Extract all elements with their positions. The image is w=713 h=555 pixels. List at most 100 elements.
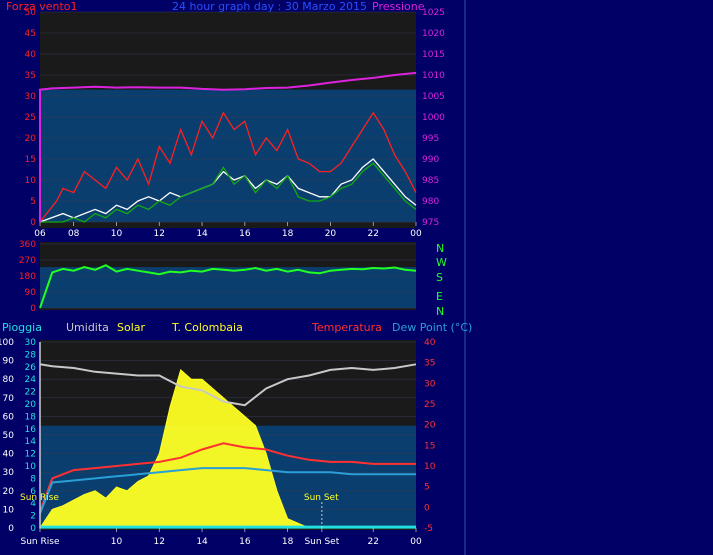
direction-area-fill	[40, 267, 416, 308]
sunset-label: Sun Set	[304, 493, 339, 503]
humidity-y-tick: 30	[3, 468, 15, 478]
solar-x-tick: Sun Rise	[21, 537, 60, 547]
temperature-y-tick: 0	[424, 503, 430, 513]
humidity-y-tick: 40	[3, 450, 15, 460]
wind-x-tick: 08	[68, 229, 80, 239]
wind-y-tick: 0	[30, 218, 36, 228]
temperature-y-tick: 15	[424, 441, 435, 451]
humidity-y-tick: 80	[3, 375, 15, 385]
humidity-y-tick: 70	[3, 394, 15, 404]
direction-y-tick: 270	[19, 256, 36, 266]
legend-dewpoint: Dew Point (°C)	[392, 321, 472, 334]
humidity-y-tick: 0	[8, 524, 14, 534]
wind-y-tick: 45	[25, 29, 36, 39]
pressure-y-tick: 1005	[422, 92, 445, 102]
pressure-y-tick: 985	[422, 176, 439, 186]
pressure-y-tick: 975	[422, 218, 439, 228]
compass-w: W	[436, 256, 447, 269]
compass-n-bottom: N	[436, 305, 444, 318]
rain-y-tick: 12	[25, 450, 36, 460]
solar-x-tick: 10	[111, 537, 123, 547]
pressure-y-tick: 995	[422, 134, 439, 144]
wind-y-tick: 30	[25, 92, 37, 102]
pressure-y-tick: 1020	[422, 29, 445, 39]
humidity-y-tick: 10	[3, 505, 15, 515]
rain-y-tick: 30	[25, 338, 37, 348]
rain-y-tick: 24	[25, 375, 37, 385]
humidity-y-tick: 50	[3, 431, 15, 441]
pressure-y-tick: 1000	[422, 113, 445, 123]
direction-y-tick: 360	[19, 240, 36, 250]
compass-s: S	[436, 271, 443, 284]
rain-y-tick: 2	[30, 512, 36, 522]
wind-x-tick: 12	[154, 229, 165, 239]
temperature-y-tick: 40	[424, 338, 436, 348]
pressure-y-tick: 990	[422, 155, 439, 165]
wind-x-tick: 00	[410, 229, 422, 239]
pressure-y-tick: 980	[422, 197, 439, 207]
legend-station: T. Colombaia	[171, 321, 243, 334]
rain-y-tick: 20	[25, 400, 37, 410]
wind-y-tick: 50	[25, 8, 37, 18]
sunrise-label: Sun Rise	[20, 493, 59, 503]
wind-x-tick: 14	[196, 229, 208, 239]
solar-x-tick: Sun Set	[304, 537, 339, 547]
wind-x-tick: 10	[111, 229, 123, 239]
temperature-y-tick: -5	[424, 524, 433, 534]
page-title: 24 hour graph day : 30 Marzo 2015	[172, 0, 367, 13]
legend-solar: Solar	[117, 321, 146, 334]
wind-y-tick: 20	[25, 134, 37, 144]
wind-x-tick: 20	[325, 229, 337, 239]
temperature-y-tick: 30	[424, 379, 436, 389]
humidity-y-tick: 100	[0, 338, 14, 348]
rain-y-tick: 22	[25, 388, 36, 398]
rain-y-tick: 14	[25, 437, 37, 447]
legend-rain: Pioggia	[2, 321, 42, 334]
weather-graph: Forza vento1 24 hour graph day : 30 Marz…	[0, 0, 472, 555]
humidity-y-tick: 90	[3, 357, 15, 367]
solar-x-tick: 14	[196, 537, 208, 547]
humidity-y-tick: 60	[3, 412, 15, 422]
wind-area-fill	[40, 89, 416, 222]
direction-y-tick: 0	[30, 304, 36, 314]
wind-x-tick: 18	[282, 229, 294, 239]
temperature-y-tick: 35	[424, 359, 435, 369]
solar-x-tick: 12	[154, 537, 165, 547]
rain-y-tick: 10	[25, 462, 37, 472]
compass-e: E	[436, 290, 443, 303]
rain-y-tick: 16	[25, 425, 37, 435]
pressure-axis-label: Pressione	[372, 0, 425, 13]
temperature-y-tick: 5	[424, 483, 430, 493]
compass-n-top: N	[436, 242, 444, 255]
humidity-y-tick: 20	[3, 487, 15, 497]
temperature-y-tick: 10	[424, 462, 436, 472]
pressure-y-tick: 1015	[422, 50, 445, 60]
direction-y-tick: 180	[19, 272, 36, 282]
wind-y-tick: 5	[30, 197, 36, 207]
legend-temperature: Temperatura	[311, 321, 382, 334]
direction-y-tick: 90	[25, 288, 37, 298]
rain-y-tick: 18	[25, 412, 37, 422]
temperature-y-tick: 20	[424, 421, 436, 431]
solar-x-tick: 18	[282, 537, 294, 547]
wind-x-tick: 22	[367, 229, 378, 239]
wind-x-tick: 16	[239, 229, 251, 239]
wind-x-tick: 06	[34, 229, 46, 239]
wind-y-tick: 35	[25, 71, 36, 81]
pressure-y-tick: 1010	[422, 71, 445, 81]
wind-y-tick: 15	[25, 155, 36, 165]
wind-axis-label: Forza vento1	[6, 0, 78, 13]
legend-humidity: Umidita	[66, 321, 109, 334]
wind-y-tick: 40	[25, 50, 37, 60]
rain-y-tick: 8	[30, 474, 36, 484]
solar-x-tick: 22	[367, 537, 378, 547]
rain-y-tick: 28	[25, 350, 37, 360]
wind-y-tick: 25	[25, 113, 36, 123]
temperature-y-tick: 25	[424, 400, 435, 410]
rain-y-tick: 0	[30, 524, 36, 534]
solar-x-tick: 00	[410, 537, 422, 547]
solar-x-tick: 16	[239, 537, 251, 547]
wind-y-tick: 10	[25, 176, 37, 186]
pressure-y-tick: 1025	[422, 8, 445, 18]
rain-y-tick: 26	[25, 363, 37, 373]
